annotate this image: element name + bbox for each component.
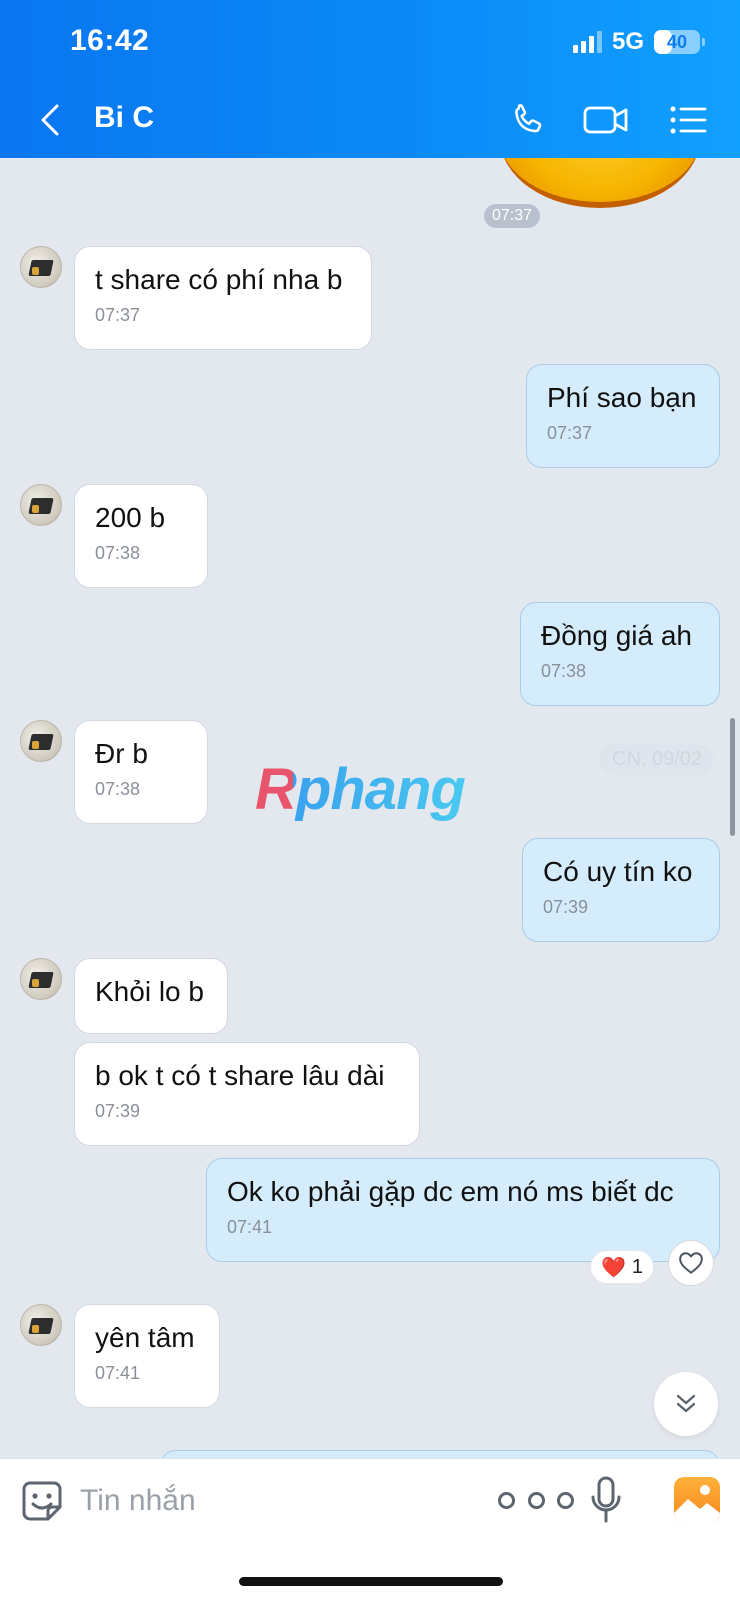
avatar-dot <box>32 979 39 987</box>
message-text: yên tâm <box>95 1322 195 1353</box>
double-chevron-down-icon <box>676 1394 696 1413</box>
scrollbar[interactable] <box>730 718 735 836</box>
photo-icon <box>674 1485 720 1523</box>
battery-icon: 40 <box>654 30 705 54</box>
avatar[interactable] <box>20 720 62 762</box>
avatar[interactable] <box>20 1304 62 1346</box>
dot-icon <box>557 1491 574 1509</box>
sticker-time: 07:37 <box>484 204 541 228</box>
message-bubble[interactable]: Ok ko phải gặp dc em nó ms biết dc 07:41 <box>206 1158 720 1262</box>
message-time: 07:37 <box>95 305 141 325</box>
avatar-dot <box>32 505 39 513</box>
message-time: 07:38 <box>541 661 587 681</box>
sticker-smile-icon <box>22 1481 62 1521</box>
video-call-button[interactable] <box>582 96 630 144</box>
reaction-badge[interactable]: ❤️ 1 <box>590 1250 655 1284</box>
list-icon <box>670 106 707 134</box>
network-type: 5G <box>611 28 644 55</box>
message-text: b ok t có t share lâu dài <box>95 1060 385 1091</box>
message-time: 07:39 <box>543 897 589 917</box>
voice-button[interactable] <box>588 1475 624 1525</box>
back-button[interactable] <box>30 96 70 144</box>
dot-icon <box>498 1491 515 1509</box>
message-text: Ok ko phải gặp dc em nó ms biết dc <box>227 1176 674 1207</box>
status-time: 16:42 <box>70 24 150 57</box>
phone-icon <box>515 103 542 133</box>
message-bubble[interactable] <box>160 1450 720 1458</box>
message-time: 07:41 <box>227 1217 273 1237</box>
video-camera-icon <box>583 106 628 134</box>
message-bubble[interactable]: Đồng giá ah 07:38 <box>520 602 720 706</box>
avatar-dot <box>32 741 39 749</box>
message-bubble[interactable]: Phí sao bạn 07:37 <box>526 364 720 468</box>
message-time: 07:41 <box>95 1363 141 1383</box>
menu-button[interactable] <box>664 96 712 144</box>
message-bubble[interactable]: yên tâm 07:41 <box>74 1304 220 1408</box>
avatar[interactable] <box>20 958 62 1000</box>
chat-area[interactable]: 07:37 t share có phí nha b 07:37 Phí sao… <box>0 158 740 1458</box>
chevron-left-icon <box>41 104 59 136</box>
react-button[interactable] <box>668 1240 714 1286</box>
status-indicators: 5G 40 <box>572 28 705 56</box>
message-bubble[interactable]: t share có phí nha b 07:37 <box>74 246 372 350</box>
message-text: Có uy tín ko <box>543 856 693 887</box>
scroll-to-bottom-button[interactable] <box>654 1372 718 1436</box>
sticker-button[interactable] <box>20 1479 64 1523</box>
message-text: t share có phí nha b <box>95 264 343 295</box>
watermark-logo: Rphang <box>255 757 466 822</box>
battery-tip <box>702 38 705 46</box>
dot-icon <box>527 1491 545 1509</box>
message-bubble[interactable]: Có uy tín ko 07:39 <box>522 838 720 942</box>
avatar-dot <box>32 1325 39 1333</box>
message-bubble[interactable]: Đr b 07:38 <box>74 720 208 824</box>
message-time: 07:39 <box>95 1101 141 1121</box>
more-options-button[interactable] <box>498 1485 574 1515</box>
message-bubble[interactable]: 200 b 07:38 <box>74 484 208 588</box>
sticker-image[interactable] <box>500 158 700 208</box>
contact-name[interactable]: Bi C <box>94 101 154 135</box>
avatar[interactable] <box>20 246 62 288</box>
home-indicator <box>239 1577 503 1586</box>
message-text: Đr b <box>95 738 148 769</box>
message-text: 200 b <box>95 502 166 533</box>
photo-button[interactable] <box>674 1477 720 1523</box>
heart-outline-icon <box>679 1252 703 1274</box>
message-time: 07:38 <box>95 543 141 563</box>
reaction-count: 1 <box>631 1255 644 1278</box>
call-button[interactable] <box>504 96 552 144</box>
message-text: Khỏi lo b <box>95 976 204 1007</box>
message-text: Phí sao bạn <box>547 382 697 413</box>
microphone-icon <box>591 1476 621 1523</box>
message-bubble[interactable]: Khỏi lo b <box>74 958 228 1034</box>
message-time: 07:37 <box>547 423 593 443</box>
message-input[interactable] <box>80 1477 460 1525</box>
message-bubble[interactable]: b ok t có t share lâu dài 07:39 <box>74 1042 420 1146</box>
message-text: Đồng giá ah <box>541 620 693 651</box>
battery-level: 40 <box>666 31 688 52</box>
avatar-dot <box>32 267 39 275</box>
heart-reaction-icon: ❤️ <box>601 1256 626 1279</box>
date-divider: CN, 09/02 <box>600 744 715 775</box>
message-time: 07:38 <box>95 779 141 799</box>
message-composer <box>0 1458 740 1600</box>
chat-header: 16:42 5G 40 Bi C <box>0 0 740 158</box>
signal-icon <box>572 31 602 53</box>
avatar[interactable] <box>20 484 62 526</box>
